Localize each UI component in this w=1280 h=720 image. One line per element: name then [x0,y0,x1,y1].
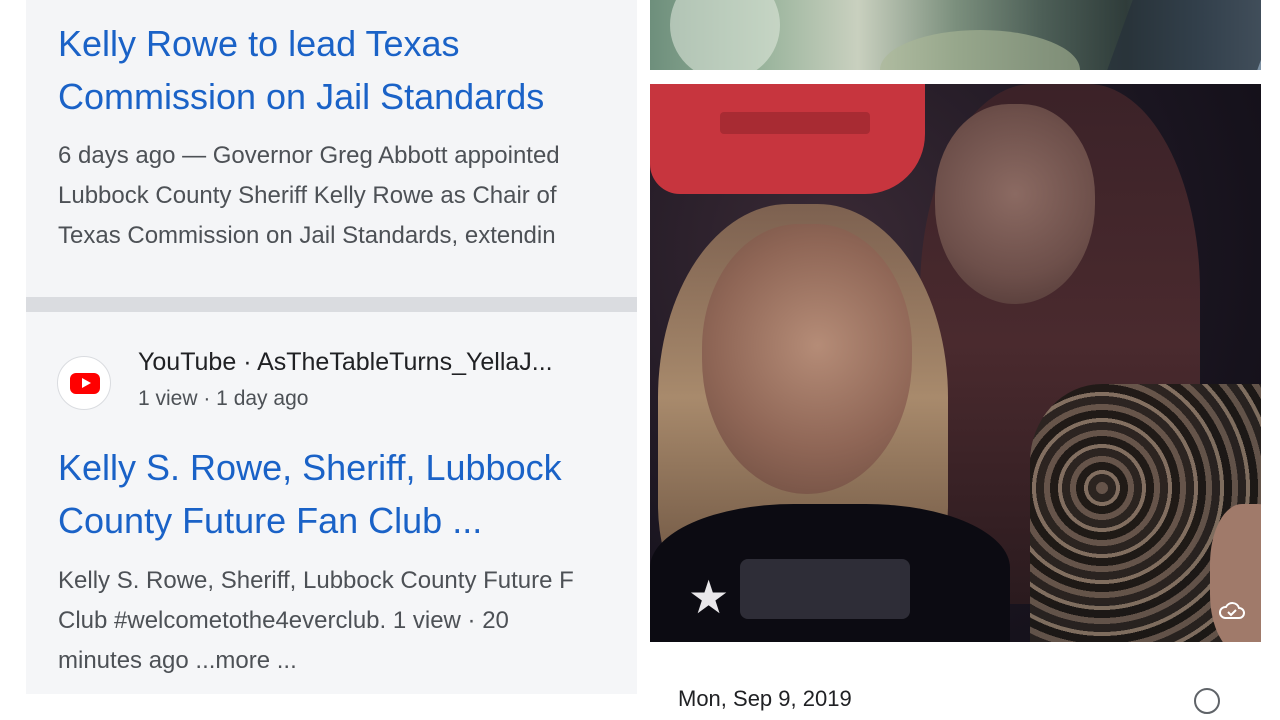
photo-shape [670,0,780,70]
selfie-photo[interactable]: ★ [650,84,1261,642]
cloud-icon[interactable] [1218,600,1246,622]
result-source-name[interactable]: YouTube · AsTheTableTurns_YellaJ... [138,348,553,377]
snippet-line: minutes ago ...more ... [58,647,297,674]
photo-person-right-face [935,104,1095,304]
result-snippet: Kelly S. Rowe, Sheriff, Lubbock County F… [58,561,637,681]
star-icon[interactable]: ★ [688,574,729,620]
result-card[interactable]: YouTube · AsTheTableTurns_YellaJ... 1 vi… [26,312,637,694]
result-divider [26,297,637,312]
result-title-line[interactable]: Kelly Rowe to lead Texas [58,17,544,70]
result-title-line[interactable]: Commission on Jail Standards [58,70,544,123]
result-card[interactable]: Kelly Rowe to lead Texas Commission on J… [26,0,637,297]
result-title-link[interactable]: Kelly Rowe to lead Texas Commission on J… [58,17,544,123]
photo-info-bar: Mon, Sep 9, 2019 [650,642,1280,720]
search-results-panel: Kelly Rowe to lead Texas Commission on J… [26,0,637,694]
result-source-meta: 1 view · 1 day ago [138,387,309,410]
snippet-line: Texas Commission on Jail Standards, exte… [58,222,556,249]
photo-date: Mon, Sep 9, 2019 [678,686,852,711]
photo-shape [1103,0,1261,70]
photo-thumbnail-top[interactable] [650,0,1261,70]
result-snippet: 6 days ago — Governor Greg Abbott appoin… [58,136,637,256]
youtube-icon [57,356,111,410]
photo-shape [880,30,1080,70]
edit-icon[interactable] [1194,688,1220,714]
result-title-line[interactable]: County Future Fan Club ... [58,494,562,547]
snippet-line: 6 days ago — Governor Greg Abbott appoin… [58,142,560,169]
result-title-link[interactable]: Kelly S. Rowe, Sheriff, Lubbock County F… [58,441,562,547]
snippet-line: Lubbock County Sheriff Kelly Rowe as Cha… [58,182,557,209]
photo-red-cap [650,84,925,194]
snippet-line: Club #welcometothe4everclub. 1 view · 20 [58,607,509,634]
result-title-line[interactable]: Kelly S. Rowe, Sheriff, Lubbock [58,441,562,494]
snippet-line: Kelly S. Rowe, Sheriff, Lubbock County F… [58,567,574,594]
photo-person-left-face [702,224,912,494]
